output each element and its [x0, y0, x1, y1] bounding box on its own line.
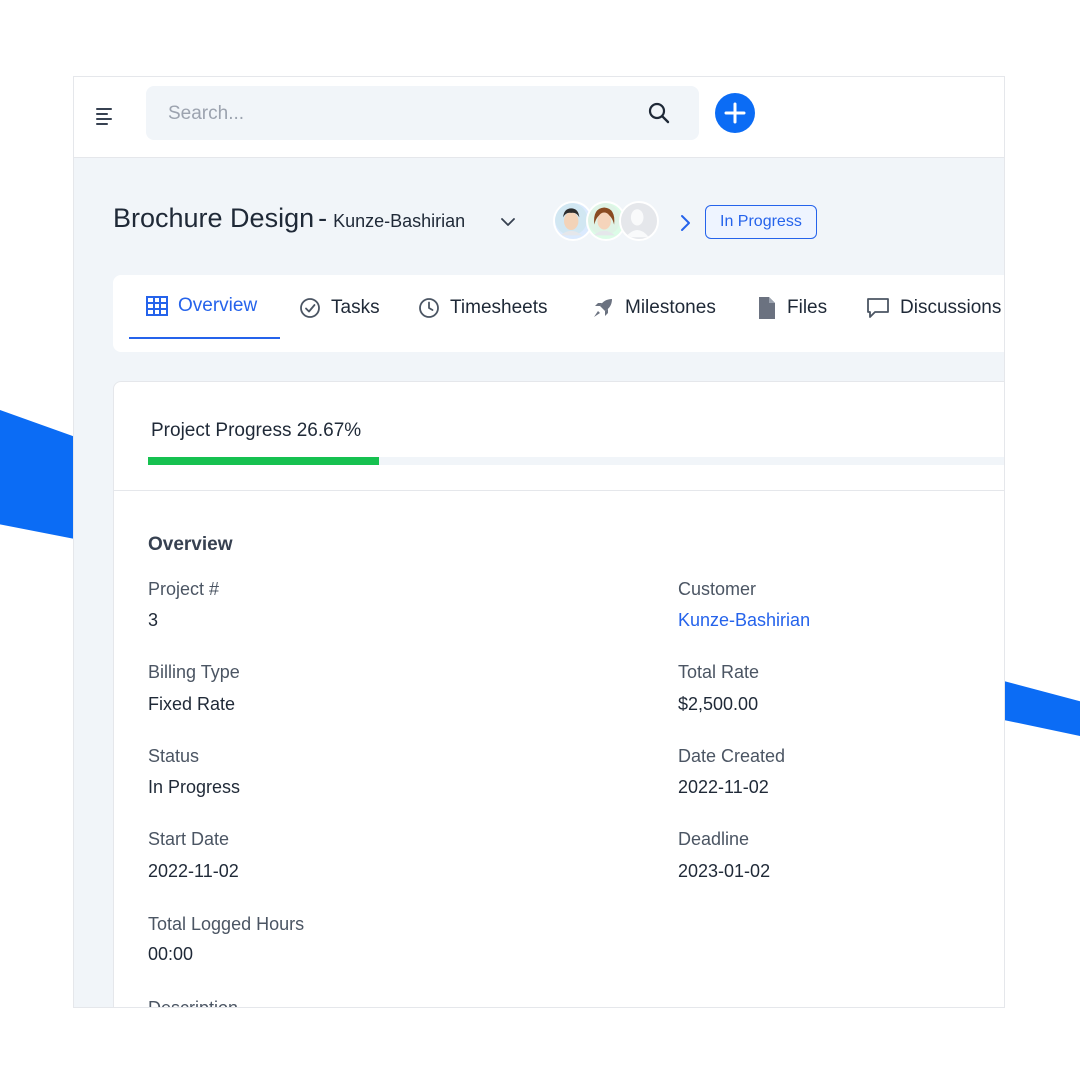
status-badge[interactable]: In Progress — [705, 205, 817, 239]
chevron-right-icon[interactable] — [676, 212, 694, 234]
progress-bar — [148, 457, 1004, 465]
field-value-deadline: 2023-01-02 — [678, 861, 771, 881]
field-label-status: Status — [148, 746, 200, 766]
project-customer-name: Kunze-Bashirian — [333, 211, 466, 231]
tab-label: Overview — [178, 295, 258, 316]
title-separator: - — [318, 203, 328, 233]
field-value-billing-type: Fixed Rate — [148, 694, 236, 714]
menu-icon[interactable] — [96, 108, 114, 126]
divider — [114, 490, 1004, 491]
tab-discussions[interactable]: Discussions — [866, 275, 1001, 341]
project-overview-card: Project Progress 26.67% Overview Project… — [113, 381, 1004, 1008]
project-members — [553, 201, 663, 243]
chat-icon — [867, 298, 889, 318]
project-tabs: Overview Tasks Timesheets Milestones Fil… — [113, 275, 1004, 352]
field-label-total-logged-hours: Total Logged Hours — [148, 914, 305, 934]
tab-label: Tasks — [331, 297, 380, 318]
field-label-deadline: Deadline — [678, 829, 750, 849]
field-value-total-rate: $2,500.00 — [678, 694, 759, 714]
field-value-status: In Progress — [148, 777, 241, 797]
field-value-start-date: 2022-11-02 — [148, 861, 239, 881]
avatar-placeholder-icon — [621, 203, 654, 238]
field-label-project-number: Project # — [148, 579, 220, 599]
clock-icon — [419, 298, 439, 318]
field-value-project-number: 3 — [148, 610, 159, 630]
tab-timesheets[interactable]: Timesheets — [418, 275, 548, 341]
project-progress-label: Project Progress 26.67% — [151, 420, 362, 441]
field-label-customer: Customer — [678, 579, 757, 599]
file-icon — [759, 297, 775, 319]
field-label-description: Description — [148, 998, 239, 1008]
page-title: Brochure Design - Kunze-Bashirian — [113, 203, 465, 234]
field-label-start-date: Start Date — [148, 829, 230, 849]
avatar[interactable] — [619, 201, 659, 241]
tab-files[interactable]: Files — [757, 275, 827, 341]
tab-milestones[interactable]: Milestones — [591, 275, 716, 341]
tab-label: Files — [787, 297, 828, 318]
check-circle-icon — [300, 298, 320, 318]
field-label-total-rate: Total Rate — [678, 662, 760, 682]
add-button[interactable] — [715, 93, 755, 133]
tab-tasks[interactable]: Tasks — [299, 275, 380, 341]
search-input[interactable] — [146, 86, 650, 142]
tab-overview[interactable]: Overview — [129, 275, 280, 339]
field-label-billing-type: Billing Type — [148, 662, 240, 682]
tab-label: Milestones — [625, 297, 716, 318]
app-window: Brochure Design-Kunze-Bashirian — [73, 76, 1005, 1008]
search-icon[interactable] — [647, 101, 671, 125]
field-label-date-created: Date Created — [678, 746, 786, 766]
search-box — [146, 86, 699, 142]
project-header: Brochure Design - Kunze-Bashirian In Pro… — [113, 201, 993, 243]
chevron-down-icon[interactable] — [499, 213, 517, 231]
field-value-date-created: 2022-11-02 — [678, 777, 769, 797]
rocket-icon — [594, 299, 612, 317]
tab-label: Timesheets — [450, 297, 548, 318]
customer-link[interactable]: Kunze-Bashirian — [678, 610, 810, 631]
top-bar — [74, 77, 1004, 158]
table-icon — [146, 296, 168, 316]
plus-icon — [724, 102, 746, 124]
field-value-total-logged-hours: 00:00 — [148, 944, 194, 964]
decorative-shape-left — [0, 410, 80, 540]
project-name: Brochure Design — [113, 203, 315, 233]
overview-section-title: Overview — [148, 534, 233, 555]
progress-bar-fill — [148, 457, 379, 465]
tab-label: Discussions — [900, 297, 1002, 318]
decorative-shape-right — [1000, 680, 1080, 736]
